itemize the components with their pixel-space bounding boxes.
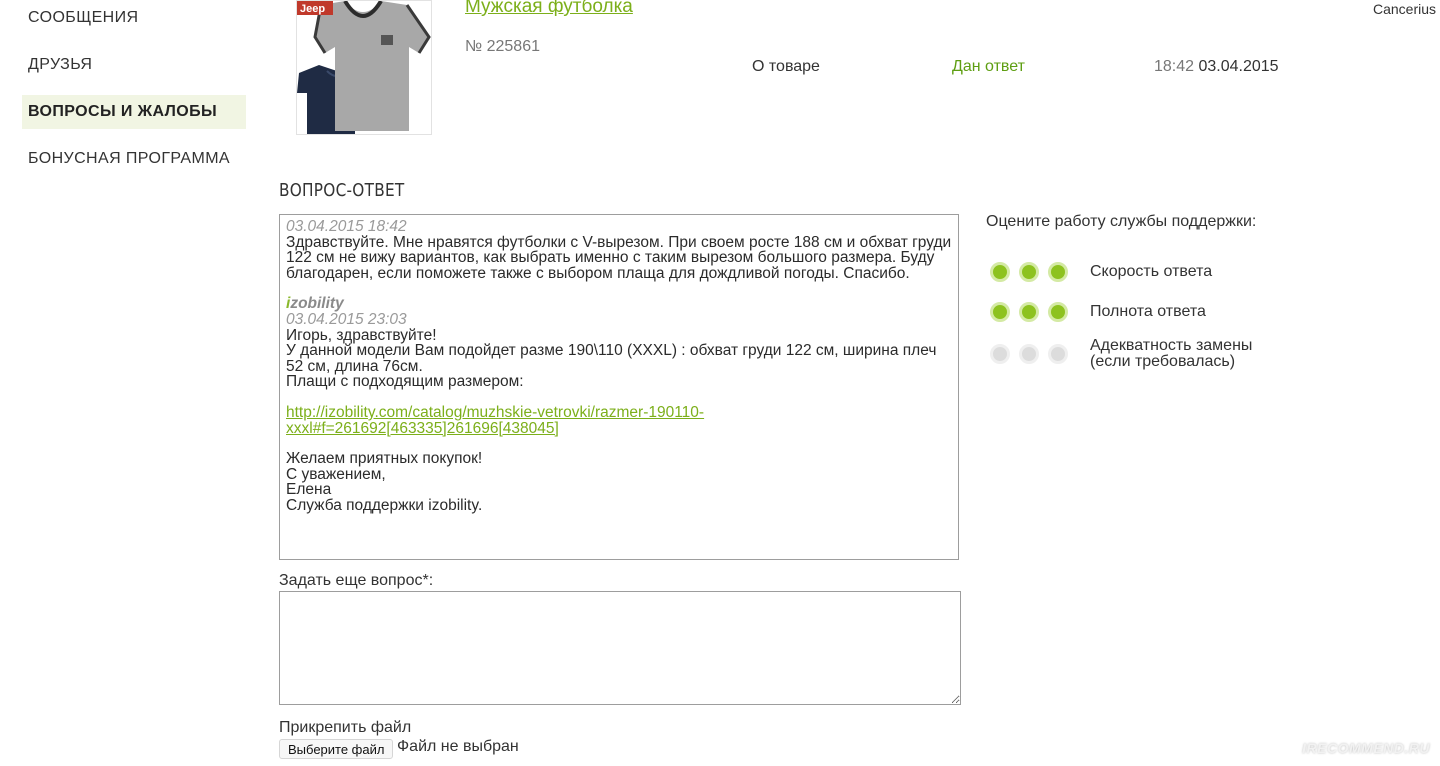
- rating-row-speed: Скорость ответа: [990, 262, 1212, 282]
- product-title-link[interactable]: Мужская футболка: [465, 0, 633, 18]
- sidebar: СООБЩЕНИЯ ДРУЗЬЯ ВОПРОСЫ И ЖАЛОБЫ БОНУСН…: [22, 0, 246, 189]
- sidebar-item-bonus-program[interactable]: БОНУСНАЯ ПРОГРАММА: [22, 142, 246, 176]
- answer-line: Желаем приятных покупок!: [286, 450, 483, 468]
- sidebar-item-messages[interactable]: СООБЩЕНИЯ: [22, 1, 246, 35]
- tshirt-image: Jeep: [297, 1, 431, 134]
- answer-line: С уважением,: [286, 465, 386, 483]
- answer-signature: Служба поддержки izobility.: [286, 496, 483, 514]
- sidebar-item-questions-complaints[interactable]: ВОПРОСЫ И ЖАЛОБЫ: [22, 95, 246, 129]
- rating-dot[interactable]: [1048, 302, 1068, 322]
- answer-date: 03.04.2015 23:03: [286, 310, 407, 328]
- section-title: ВОПРОС-ОТВЕТ: [279, 180, 405, 201]
- ask-question-label: Задать еще вопрос*:: [279, 572, 434, 589]
- rating-label-completeness: Полнота ответа: [1090, 303, 1206, 321]
- ask-question-textarea[interactable]: [279, 591, 961, 705]
- product-thumbnail[interactable]: Jeep: [296, 0, 432, 135]
- rating-dot[interactable]: [990, 302, 1010, 322]
- timestamp-time: 18:42: [1154, 58, 1195, 75]
- answer-author: izobility: [286, 296, 952, 312]
- choose-file-button[interactable]: Выберите файл: [279, 739, 394, 759]
- brand-logo-text: Jeep: [300, 3, 325, 15]
- author-name: zobility: [290, 295, 344, 313]
- watermark-logo: IRECOMMEND.RU: [1302, 740, 1430, 756]
- rating-title: Оцените работу службы поддержки:: [986, 213, 1257, 230]
- file-status-text: Файл не выбран: [397, 738, 519, 755]
- sidebar-item-friends[interactable]: ДРУЗЬЯ: [22, 48, 246, 82]
- product-number: № 225861: [465, 38, 540, 55]
- rating-dot[interactable]: [990, 262, 1010, 282]
- catalog-link[interactable]: http://izobility.com/catalog/muzhskie-ve…: [286, 405, 952, 436]
- rating-dot[interactable]: [1019, 343, 1039, 364]
- attach-file-label: Прикрепить файл: [279, 719, 412, 736]
- answer-line: У данной модели Вам подойдет разме 190\1…: [286, 342, 937, 375]
- rating-dot[interactable]: [1019, 262, 1039, 282]
- rating-row-replacement: Адекватность замены (если требовалась): [990, 338, 1252, 369]
- rating-dot[interactable]: [1048, 262, 1068, 282]
- question-date: 03.04.2015 18:42: [286, 218, 407, 235]
- rating-row-completeness: Полнота ответа: [990, 302, 1206, 322]
- timestamp: 18:42 03.04.2015: [1154, 58, 1279, 76]
- timestamp-date: 03.04.2015: [1198, 58, 1279, 75]
- username[interactable]: Cancerius: [1373, 1, 1436, 17]
- answer-line: Елена: [286, 481, 332, 499]
- status-badge: Дан ответ: [952, 58, 1025, 75]
- rating-label-speed: Скорость ответа: [1090, 263, 1213, 281]
- answer-line: Игорь, здравствуйте!: [286, 326, 437, 344]
- about-product-link[interactable]: О товаре: [752, 58, 820, 76]
- rating-dot[interactable]: [1019, 302, 1039, 322]
- conversation-box[interactable]: 03.04.2015 18:42 Здравствуйте. Мне нравя…: [279, 214, 959, 560]
- rating-label-line: (если требовалась): [1090, 352, 1236, 370]
- rating-dot[interactable]: [1048, 343, 1068, 364]
- answer-line: Плащи с подходящим размером:: [286, 373, 524, 391]
- rating-label-replacement: Адекватность замены (если требовалась): [1090, 337, 1253, 370]
- rating-dot[interactable]: [990, 343, 1010, 364]
- question-text: Здравствуйте. Мне нравятся футболки с V-…: [286, 233, 952, 282]
- rating-label-line: Адекватность замены: [1090, 337, 1253, 354]
